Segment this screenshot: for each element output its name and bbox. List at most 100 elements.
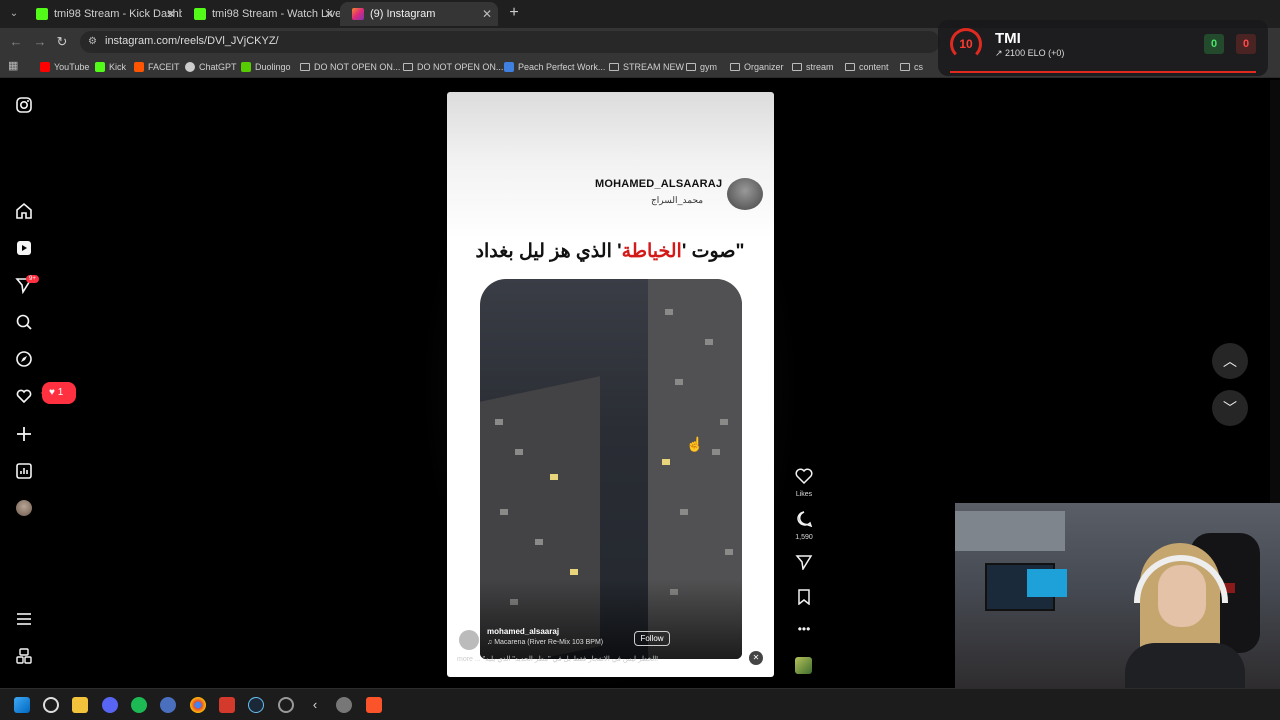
brave-icon[interactable] bbox=[366, 697, 382, 713]
heart-icon bbox=[795, 468, 813, 485]
menu-icon[interactable] bbox=[15, 610, 33, 628]
bookmark-folder[interactable]: DO NOT OPEN ON... bbox=[300, 59, 400, 75]
bookmark-folder[interactable]: stream bbox=[792, 59, 834, 75]
chrome-icon[interactable] bbox=[190, 697, 206, 713]
headline-text: "صوت ' bbox=[681, 241, 745, 262]
screen: ⌄ tmi98 Stream - Kick Dashboard ✕ tmi98 … bbox=[0, 0, 1280, 720]
close-icon[interactable]: ✕ bbox=[166, 2, 176, 26]
close-icon[interactable]: ✕ bbox=[324, 2, 334, 26]
video-frame[interactable] bbox=[480, 279, 742, 659]
site-info-icon[interactable]: ⚙ bbox=[88, 36, 100, 48]
back-icon[interactable]: ← bbox=[8, 34, 24, 50]
window bbox=[680, 509, 688, 515]
more-options-icon[interactable]: ••• bbox=[794, 622, 814, 636]
bookmark-youtube[interactable]: YouTube bbox=[40, 59, 89, 75]
home-icon[interactable] bbox=[15, 202, 33, 220]
bookmark-label: ChatGPT bbox=[199, 62, 237, 72]
valorant-icon[interactable] bbox=[219, 697, 235, 713]
create-icon[interactable] bbox=[15, 425, 33, 443]
creator-name: MOHAMED_ALSAARAJ bbox=[595, 178, 723, 190]
elo-text: 2100 ELO (+0) bbox=[1005, 48, 1065, 58]
steam-icon[interactable] bbox=[248, 697, 264, 713]
bookmark-kick[interactable]: Kick bbox=[95, 59, 126, 75]
heart-icon: ♥ bbox=[49, 387, 58, 398]
bookmark-folder[interactable]: content bbox=[845, 59, 889, 75]
previous-reel-button[interactable]: ︿ bbox=[1212, 343, 1248, 379]
dashboard-icon[interactable] bbox=[15, 462, 33, 480]
bookmark-folder[interactable]: gym bbox=[686, 59, 717, 75]
reel-music[interactable]: ♫ Macarena (River Re-Mix 103 BPM) bbox=[487, 639, 603, 646]
losses-count: 0 bbox=[1236, 34, 1256, 54]
profile-avatar[interactable] bbox=[16, 500, 32, 516]
window bbox=[712, 449, 720, 455]
close-icon[interactable]: ✕ bbox=[482, 2, 492, 26]
folder-icon bbox=[792, 63, 802, 71]
windows-start-icon[interactable] bbox=[14, 697, 30, 713]
shirt bbox=[1125, 643, 1245, 688]
app-icon[interactable] bbox=[160, 697, 176, 713]
folder-icon bbox=[900, 63, 910, 71]
settings-icon[interactable] bbox=[336, 697, 352, 713]
explore-icon[interactable] bbox=[15, 350, 33, 368]
bookmark-chatgpt[interactable]: ChatGPT bbox=[185, 59, 237, 75]
kick-icon bbox=[36, 8, 48, 20]
webcam-feed bbox=[955, 503, 1280, 688]
obs-icon[interactable] bbox=[278, 697, 294, 713]
like-button[interactable]: Likes bbox=[794, 468, 814, 498]
bookmark-duolingo[interactable]: Duolingo bbox=[241, 59, 291, 75]
reel-username[interactable]: mohamed_alsaaraj bbox=[487, 627, 559, 636]
bookmark-label: DO NOT OPEN ON... bbox=[314, 62, 401, 72]
bookmark-label: Organizer bbox=[744, 62, 784, 72]
reel-caption[interactable]: more ... "الخطر ليس في الانفجار فقط بل ف… bbox=[457, 655, 722, 663]
file-explorer-icon[interactable] bbox=[72, 697, 88, 713]
search-icon[interactable] bbox=[43, 697, 59, 713]
reload-icon[interactable]: ↻ bbox=[54, 34, 70, 50]
tab-kick-dashboard[interactable]: tmi98 Stream - Kick Dashboard ✕ bbox=[24, 2, 182, 26]
tab-kick-watch[interactable]: tmi98 Stream - Watch Live on K ✕ bbox=[182, 2, 340, 26]
messages-badge: 9+ bbox=[26, 275, 39, 283]
video-shade bbox=[480, 579, 742, 659]
bookmark-label: Kick bbox=[109, 62, 127, 72]
folder-icon bbox=[403, 63, 413, 71]
heart-icon[interactable] bbox=[15, 387, 33, 405]
tab-search-icon[interactable]: ⌄ bbox=[6, 6, 22, 22]
elo-progress-bar bbox=[950, 71, 1256, 73]
peach-icon bbox=[504, 62, 514, 72]
mute-icon[interactable]: ✕ bbox=[749, 651, 763, 665]
bookmark-folder[interactable]: DO NOT OPEN ON... bbox=[403, 59, 503, 75]
discord-icon[interactable] bbox=[102, 697, 118, 713]
reel-video[interactable]: MOHAMED_ALSAARAJ محمد_السراج "صوت 'الخيا… bbox=[447, 92, 774, 677]
bookmark-peach[interactable]: Peach Perfect Work... bbox=[504, 59, 605, 75]
bookmark-folder[interactable]: STREAM NEW bbox=[609, 59, 684, 75]
faceit-level-badge: 10 bbox=[950, 28, 982, 60]
search-icon[interactable] bbox=[15, 313, 33, 331]
faceit-icon bbox=[134, 62, 144, 72]
reels-icon[interactable] bbox=[15, 239, 33, 257]
audio-thumbnail[interactable] bbox=[795, 657, 812, 674]
bookmark-folder[interactable]: cs bbox=[900, 59, 923, 75]
chatgpt-icon bbox=[185, 62, 195, 72]
tab-instagram[interactable]: (9) Instagram ✕ bbox=[340, 2, 498, 26]
also-from-meta-icon[interactable] bbox=[15, 647, 33, 665]
forward-icon[interactable]: → bbox=[32, 34, 48, 50]
save-button[interactable] bbox=[794, 589, 814, 610]
folder-icon bbox=[300, 63, 310, 71]
bookmark-faceit[interactable]: FACEIT bbox=[134, 59, 180, 75]
follow-button[interactable]: Follow bbox=[634, 631, 670, 646]
spotify-icon[interactable] bbox=[131, 697, 147, 713]
instagram-logo-icon[interactable] bbox=[15, 96, 33, 114]
window bbox=[662, 459, 670, 465]
window bbox=[515, 449, 523, 455]
comment-button[interactable]: 1,590 bbox=[794, 511, 814, 541]
share-button[interactable] bbox=[794, 554, 814, 575]
bookmark-folder[interactable]: Organizer bbox=[730, 59, 784, 75]
new-tab-button[interactable]: + bbox=[505, 4, 523, 22]
url-field[interactable]: ⚙ instagram.com/reels/DVl_JVjCKYZ/ bbox=[80, 31, 940, 53]
apps-icon[interactable]: ▦ bbox=[8, 60, 20, 72]
app-icon[interactable]: ‹ bbox=[307, 697, 323, 713]
next-reel-button[interactable]: ﹀ bbox=[1212, 390, 1248, 426]
music-title: Macarena (River Re-Mix 103 BPM) bbox=[494, 639, 604, 646]
bookmark-icon bbox=[798, 589, 810, 606]
notifications-pill[interactable]: ♥ 1 bbox=[41, 382, 76, 404]
user-avatar[interactable] bbox=[459, 630, 479, 650]
